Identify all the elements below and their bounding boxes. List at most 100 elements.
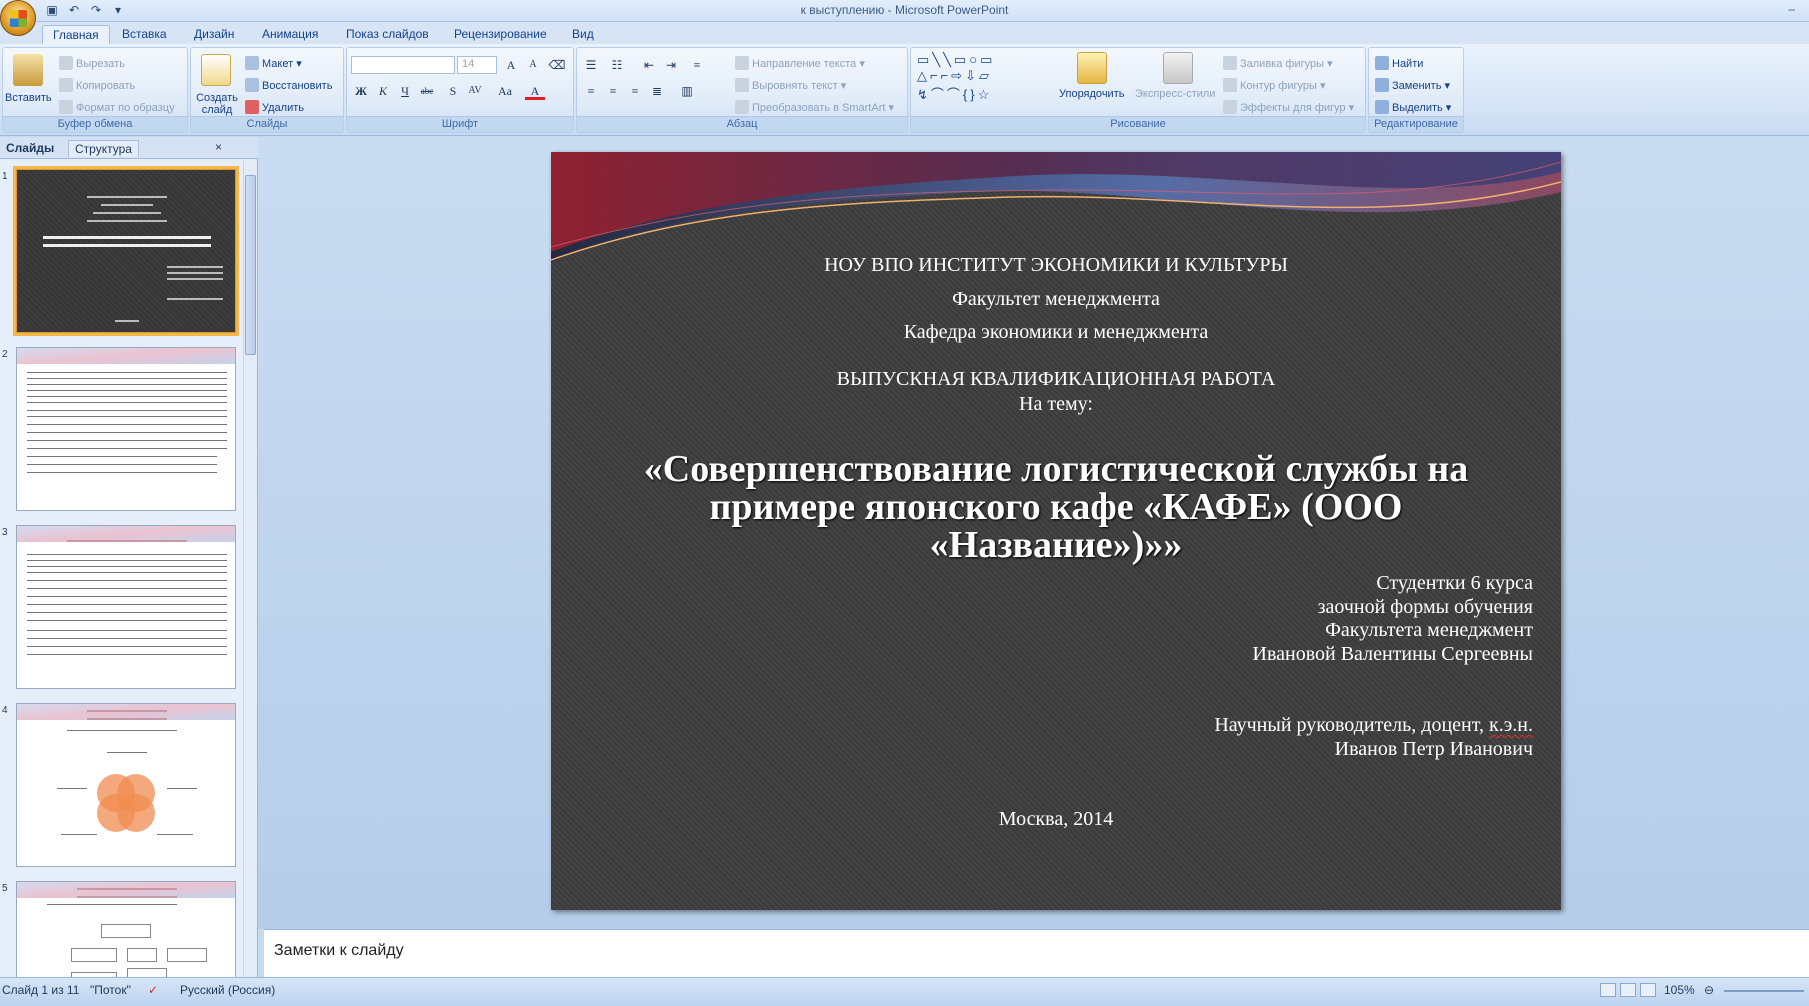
align-center-icon[interactable]: ≡ (603, 82, 623, 100)
notes-pane[interactable]: Заметки к слайду (264, 929, 1809, 977)
shadow-icon[interactable]: S (443, 82, 463, 100)
slide-thumbnail-4[interactable] (16, 703, 236, 867)
spellcheck-word: к.э.н. (1488, 714, 1533, 736)
italic-icon[interactable]: К (373, 82, 393, 100)
format-painter-button[interactable]: Формат по образцу (59, 100, 175, 114)
quick-styles-button[interactable]: Экспресс-стили (1135, 88, 1215, 100)
thumbnail-number: 2 (2, 349, 8, 360)
group-label: Редактирование (1369, 116, 1463, 132)
spellcheck-icon[interactable]: ✓ (148, 983, 158, 997)
delete-slide-button[interactable]: Удалить (245, 100, 304, 114)
language-indicator[interactable]: Русский (Россия) (180, 983, 275, 997)
slide-1[interactable]: НОУ ВПО ИНСТИТУТ ЭКОНОМИКИ И КУЛЬТУРЫ Фа… (551, 152, 1561, 910)
zoom-out-icon[interactable]: ⊖ (1704, 983, 1714, 997)
replace-button[interactable]: Заменить ▾ (1375, 78, 1450, 92)
increase-indent-icon[interactable]: ⇥ (661, 56, 681, 74)
align-left-icon[interactable]: ≡ (581, 82, 601, 100)
tab-animation[interactable]: Анимация (252, 25, 328, 45)
grow-font-icon[interactable]: A (501, 56, 521, 74)
shrink-font-icon[interactable]: A (523, 56, 543, 74)
group-label: Буфер обмена (3, 116, 187, 132)
align-right-icon[interactable]: ≡ (625, 82, 645, 100)
tab-outline[interactable]: Структура (68, 140, 139, 157)
text-direction-button[interactable]: Направление текста ▾ (735, 56, 865, 70)
work-type: ВЫПУСКНАЯ КВАЛИФИКАЦИОННАЯ РАБОТА (836, 368, 1276, 390)
group-paragraph: ☰ ☷ ⇤ ⇥ ≡ Направление текста ▾ Выровнять… (576, 47, 908, 133)
font-size-input[interactable]: 14 (457, 56, 497, 74)
tab-slides[interactable]: Слайды (0, 140, 60, 156)
tab-review[interactable]: Рецензирование (444, 25, 557, 45)
strikethrough-icon[interactable]: abc (417, 82, 437, 100)
scrollbar-thumb[interactable] (245, 175, 256, 355)
replace-icon (1375, 78, 1389, 92)
paste-button[interactable]: Вставить (5, 92, 52, 104)
align-text-button[interactable]: Выровнять текст ▾ (735, 78, 846, 92)
tab-view[interactable]: Вид (562, 25, 604, 45)
office-button[interactable] (0, 0, 36, 36)
cut-button[interactable]: Вырезать (59, 56, 125, 70)
justify-icon[interactable]: ≣ (647, 82, 667, 100)
copy-icon (59, 78, 73, 92)
numbering-icon[interactable]: ☷ (607, 56, 627, 74)
minimize-button[interactable]: ‒ (1788, 2, 1795, 16)
zoom-level[interactable]: 105% (1664, 983, 1695, 997)
thumbnail-list: 1 2 3 4 5 (0, 159, 244, 977)
department-name: Кафедра экономики и менеджмента (903, 321, 1209, 343)
slide-thumbnail-5[interactable] (16, 881, 236, 977)
shape-fill-button[interactable]: Заливка фигуры ▾ (1223, 56, 1333, 70)
change-case-icon[interactable]: Aa (495, 82, 515, 100)
shape-effects-button[interactable]: Эффекты для фигур ▾ (1223, 100, 1354, 114)
slideshow-view-icon[interactable] (1640, 983, 1656, 997)
shapes-gallery[interactable]: ▭╲╲▭○▭ △⌐⌐⇨⇩▱ ↯⌒⌒{}☆ (917, 52, 995, 103)
brush-icon (59, 100, 73, 114)
underline-icon[interactable]: Ч (395, 82, 415, 100)
clear-format-icon[interactable]: ⌫ (547, 56, 567, 74)
thumbnail-scrollbar[interactable] (243, 159, 257, 977)
tab-insert[interactable]: Вставка (112, 25, 177, 45)
notes-placeholder: Заметки к слайду (274, 942, 404, 959)
normal-view-icon[interactable] (1600, 983, 1616, 997)
bold-icon[interactable]: Ж (351, 82, 371, 100)
copy-button[interactable]: Копировать (59, 78, 135, 92)
tab-home[interactable]: Главная (42, 25, 110, 45)
thumbnail-number: 3 (2, 527, 8, 538)
student-info: Студентки 6 курса заочной формы обучения… (1253, 572, 1534, 666)
align-text-icon (735, 78, 749, 92)
columns-icon[interactable]: ▥ (677, 82, 697, 100)
student-line: Ивановой Валентины Сергеевны (1252, 642, 1534, 665)
decrease-indent-icon[interactable]: ⇤ (639, 56, 659, 74)
ribbon: Вставить Вырезать Копировать Формат по о… (0, 44, 1809, 136)
tab-design[interactable]: Дизайн (184, 25, 244, 45)
bullets-icon[interactable]: ☰ (581, 56, 601, 74)
smartart-button[interactable]: Преобразовать в SmartArt ▾ (735, 100, 894, 114)
layout-button[interactable]: Макет ▾ (245, 56, 302, 70)
slide-thumbnail-3[interactable] (16, 525, 236, 689)
tab-slideshow[interactable]: Показ слайдов (336, 25, 439, 45)
group-font: 14 A A ⌫ Ж К Ч abc S AV Aa A Шрифт (346, 47, 574, 133)
institute-name: НОУ ВПО ИНСТИТУТ ЭКОНОМИКИ И КУЛЬТУРЫ (824, 254, 1288, 276)
spacing-icon[interactable]: AV (465, 82, 485, 100)
smartart-icon (735, 100, 749, 114)
close-pane-button[interactable]: × (215, 140, 222, 154)
find-button[interactable]: Найти (1375, 56, 1423, 70)
zoom-slider[interactable] (1724, 990, 1804, 992)
group-label: Рисование (911, 116, 1365, 132)
slide-sorter-icon[interactable] (1620, 983, 1636, 997)
select-button[interactable]: Выделить ▾ (1375, 100, 1451, 114)
new-slide-button[interactable]: Создать слайд (195, 92, 239, 116)
slide-thumbnail-2[interactable] (16, 347, 236, 511)
group-clipboard: Вставить Вырезать Копировать Формат по о… (2, 47, 188, 133)
reset-button[interactable]: Восстановить (245, 78, 332, 92)
font-name-input[interactable] (351, 56, 455, 74)
student-line: заочной формы обучения (1317, 595, 1533, 618)
shape-outline-button[interactable]: Контур фигуры ▾ (1223, 78, 1326, 92)
slide-title-line-1: «Совершенствование логистической службы … (643, 448, 1469, 490)
arrange-button[interactable]: Упорядочить (1059, 88, 1124, 100)
student-line: Студентки 6 курса (1376, 572, 1533, 594)
title-bar: ▣ ↶ ↷ ▾ к выступлению - Microsoft PowerP… (0, 0, 1809, 22)
font-color-icon[interactable]: A (525, 82, 545, 100)
slide-thumbnail-1[interactable] (13, 166, 239, 336)
supervisor-info: Научный руководитель, доцент, к.э.н. Ива… (1214, 714, 1533, 761)
slide-title-line-2: примере японского кафе «КАФЕ» (ООО «Назв… (709, 486, 1403, 566)
line-spacing-icon[interactable]: ≡ (687, 56, 707, 74)
